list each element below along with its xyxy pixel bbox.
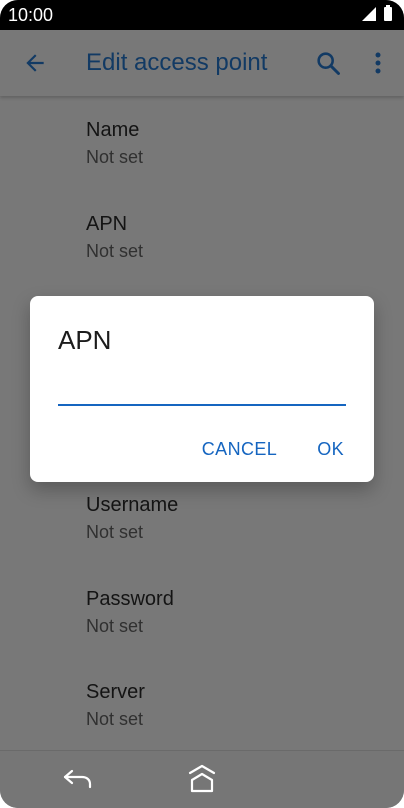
pref-title: APN xyxy=(86,213,128,235)
pref-item-name[interactable]: Name Not set xyxy=(86,118,386,168)
apn-dialog: APN CANCEL OK xyxy=(30,296,374,482)
dialog-actions: CANCEL OK xyxy=(202,437,344,461)
pref-title: Server xyxy=(86,681,145,703)
apn-input[interactable] xyxy=(58,374,346,406)
phone-screen: 10:00 Edit access point Name Not set APN… xyxy=(0,0,404,808)
pref-summary: Not set xyxy=(86,616,144,636)
signal-icon xyxy=(362,7,376,21)
pref-title: Username xyxy=(86,494,179,516)
home-icon[interactable] xyxy=(186,763,218,795)
pref-item-server[interactable]: Server Not set xyxy=(86,680,386,730)
back-arrow-icon[interactable] xyxy=(22,50,48,76)
pref-title: Password xyxy=(86,588,174,610)
navigation-bar xyxy=(0,750,404,808)
pref-summary: Not set xyxy=(86,522,144,542)
pref-item-password[interactable]: Password Not set xyxy=(86,587,386,637)
dialog-title: APN xyxy=(58,325,112,355)
nav-back-icon[interactable] xyxy=(62,767,94,791)
cancel-button[interactable]: CANCEL xyxy=(202,437,277,461)
status-icons xyxy=(362,5,392,21)
pref-summary: Not set xyxy=(86,241,144,261)
pref-item-username[interactable]: Username Not set xyxy=(86,493,386,543)
page-title: Edit access point xyxy=(86,49,268,76)
more-vert-icon[interactable] xyxy=(368,49,388,77)
pref-item-apn[interactable]: APN Not set xyxy=(86,212,386,262)
pref-title: Name xyxy=(86,119,140,141)
status-bar: 10:00 xyxy=(0,0,404,30)
ok-button[interactable]: OK xyxy=(317,437,344,461)
battery-icon xyxy=(384,5,392,21)
search-icon[interactable] xyxy=(314,49,342,77)
app-bar: Edit access point xyxy=(0,30,404,96)
pref-summary: Not set xyxy=(86,709,144,729)
status-time: 10:00 xyxy=(8,5,54,25)
pref-summary: Not set xyxy=(86,147,144,167)
